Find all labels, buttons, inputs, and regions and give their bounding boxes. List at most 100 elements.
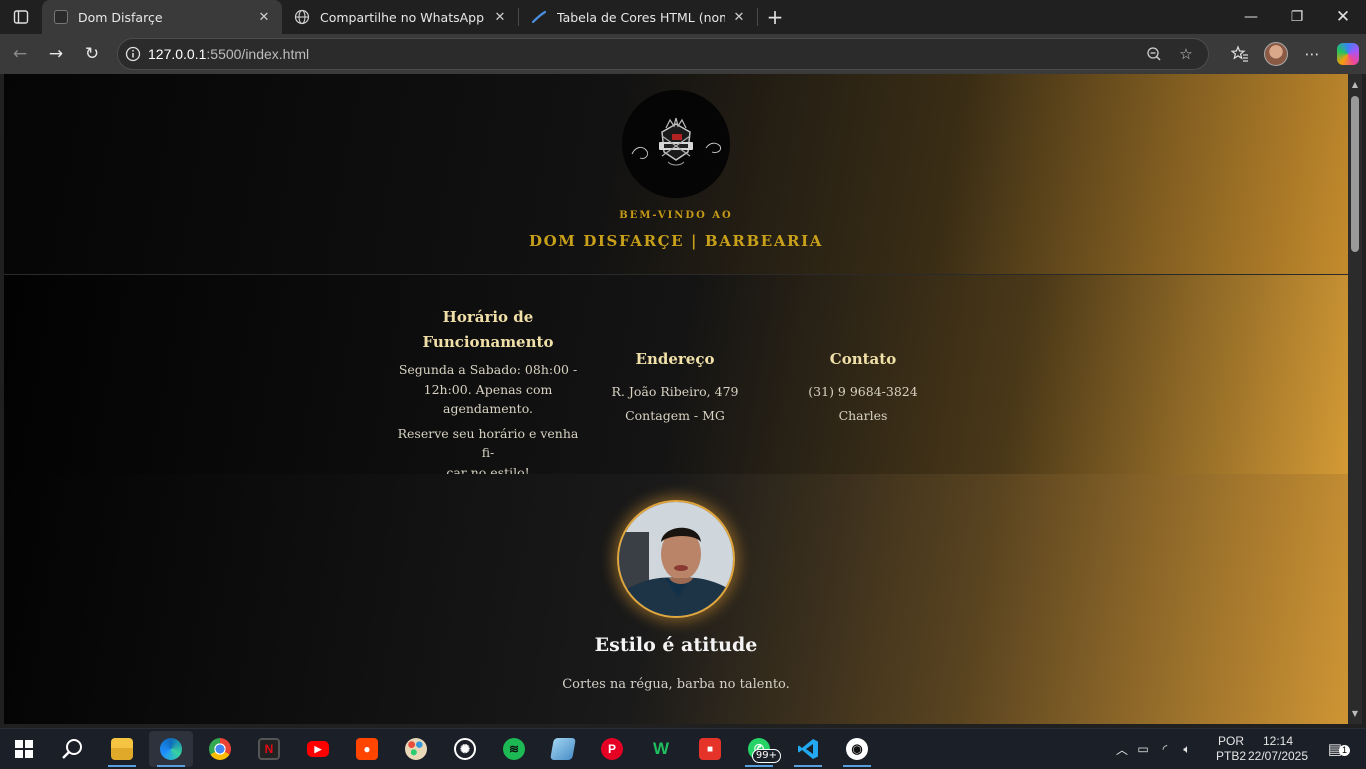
clock[interactable]: 12:14 22/07/2025 xyxy=(1246,729,1310,769)
taskbar-whatsapp[interactable]: ✆ 99+ xyxy=(737,731,781,767)
plus-icon: + xyxy=(766,5,784,29)
scrollbar-thumb[interactable] xyxy=(1351,96,1359,252)
taskbar-notes[interactable] xyxy=(541,731,585,767)
close-window-button[interactable]: ✕ xyxy=(1320,0,1366,34)
clock-time: 12:14 xyxy=(1262,734,1294,748)
tab-bar: Dom Disfarçe ✕ Compartilhe no WhatsApp ✕… xyxy=(0,0,1366,34)
notification-count: 1 xyxy=(1338,745,1350,756)
color-table-favicon-icon xyxy=(531,10,547,24)
wifi-icon[interactable]: ◜ xyxy=(1154,742,1176,756)
taskbar-chatgpt[interactable]: ✺ xyxy=(443,731,487,767)
refresh-button[interactable]: ↻ xyxy=(74,36,110,72)
tab-title: Dom Disfarçe xyxy=(78,9,163,25)
hours-text-line2: 12h:00. Apenas com xyxy=(423,381,553,397)
more-options-icon[interactable]: ⋯ xyxy=(1294,36,1330,72)
scroll-up-arrow-icon[interactable]: ▲ xyxy=(1348,80,1362,89)
start-button[interactable] xyxy=(2,731,46,767)
tab-dom-disfarce[interactable]: Dom Disfarçe ✕ xyxy=(42,0,282,34)
taskbar-file-explorer[interactable] xyxy=(100,731,144,767)
address-city: Contagem - MG xyxy=(625,407,725,423)
window-controls: — ❐ ✕ xyxy=(1228,0,1366,34)
copilot-button[interactable] xyxy=(1330,36,1366,72)
taskbar-w-app[interactable]: W xyxy=(639,731,683,767)
contact-title: Contato xyxy=(829,350,897,368)
contact-phone: (31) 9 9684-3824 xyxy=(808,384,918,399)
taskbar-reddit[interactable]: ● xyxy=(345,731,389,767)
globe-icon xyxy=(294,9,310,25)
github-icon: ◉ xyxy=(846,738,868,760)
forward-button[interactable]: → xyxy=(38,36,74,72)
taskbar-spotify[interactable]: ≋ xyxy=(492,731,536,767)
taskbar-paint[interactable] xyxy=(394,731,438,767)
reserve-text-line1: Reserve seu horário e venha fi- xyxy=(397,425,579,461)
youtube-icon: ▶ xyxy=(307,741,329,757)
clock-date: 22/07/2025 xyxy=(1247,749,1309,763)
copilot-icon xyxy=(1337,43,1359,65)
hours-title-line2: Funcionamento xyxy=(422,333,554,351)
system-tray: ︿ ▭ ◜ 🔈︎ xyxy=(1112,729,1198,769)
battery-icon[interactable]: ▭ xyxy=(1132,742,1154,756)
url-path: :5500/index.html xyxy=(206,46,310,62)
tagline: Cortes na régua, barba no talento. xyxy=(562,677,790,692)
address-bar[interactable]: 127.0.0.1:5500/index.html ☆ xyxy=(117,38,1209,70)
taskbar-vscode[interactable] xyxy=(786,731,830,767)
tab-actions-button[interactable] xyxy=(0,0,42,34)
restore-button[interactable]: ❐ xyxy=(1274,0,1320,34)
taskbar-red-app[interactable]: ■ xyxy=(688,731,732,767)
welcome-subtitle: BEM-VINDO AO xyxy=(619,210,733,221)
w-app-icon: W xyxy=(652,739,670,758)
address-street: R. João Ribeiro, 479 xyxy=(611,384,739,399)
tab-title: Compartilhe no WhatsApp xyxy=(320,9,485,25)
windows-taskbar: N ▶ ● ✺ ≋ P W ■ ✆ 99+ ◉ ︿ ▭ ◜ 🔈︎ xyxy=(0,728,1366,768)
whatsapp-badge: 99+ xyxy=(751,749,781,763)
chevron-up-icon[interactable]: ︿ xyxy=(1112,741,1132,758)
url-host: 127.0.0.1 xyxy=(148,46,207,62)
arrow-right-icon: → xyxy=(48,44,64,64)
favorite-star-icon[interactable]: ☆ xyxy=(1170,45,1202,63)
favorites-icon[interactable] xyxy=(1222,36,1258,72)
contact-name: Charles xyxy=(838,407,888,423)
scroll-down-arrow-icon[interactable]: ▼ xyxy=(1348,709,1362,718)
headline: Estilo é atitude xyxy=(594,634,758,656)
taskbar-netflix[interactable]: N xyxy=(247,731,291,767)
chatgpt-icon: ✺ xyxy=(454,738,476,760)
taskbar-chrome[interactable] xyxy=(198,731,242,767)
back-button[interactable]: ← xyxy=(2,36,38,72)
tab-tabela-cores[interactable]: Tabela de Cores HTML (nome, hex ✕ xyxy=(519,0,757,34)
taskbar-edge[interactable] xyxy=(149,731,193,767)
close-tab-icon[interactable]: ✕ xyxy=(731,10,747,25)
taskbar-pinterest[interactable]: P xyxy=(590,731,634,767)
tab-title: Tabela de Cores HTML (nome, hex xyxy=(557,9,725,25)
edge-icon xyxy=(160,738,182,760)
taskbar-github[interactable]: ◉ xyxy=(835,731,879,767)
language-indicator[interactable]: POR PTB2 xyxy=(1211,729,1251,769)
taskbar-youtube[interactable]: ▶ xyxy=(296,731,340,767)
search-button[interactable] xyxy=(50,731,94,767)
page-scrollbar[interactable]: ▲ ▼ xyxy=(1348,74,1362,724)
site-favicon-icon xyxy=(54,10,68,24)
volume-icon[interactable]: 🔈︎ xyxy=(1176,742,1198,757)
vscode-icon xyxy=(797,738,819,760)
zoom-out-icon[interactable] xyxy=(1138,46,1170,62)
reddit-icon: ● xyxy=(356,738,378,760)
address-column: Endereço R. João Ribeiro, 479 Contagem -… xyxy=(600,347,750,425)
info-section: Horário de Funcionamento Segunda a Sabad… xyxy=(4,274,1348,480)
site-info-icon[interactable] xyxy=(118,46,148,62)
chrome-icon xyxy=(209,738,231,760)
hours-text-line1: Segunda a Sabado: 08h:00 - xyxy=(398,362,578,377)
address-title: Endereço xyxy=(635,350,715,368)
toolbar-right: ⋯ xyxy=(1222,34,1366,74)
close-tab-icon[interactable]: ✕ xyxy=(492,10,508,25)
red-app-icon: ■ xyxy=(699,738,721,760)
minimize-button[interactable]: — xyxy=(1228,0,1274,34)
profile-section: Estilo é atitude Cortes na régua, barba … xyxy=(4,474,1348,724)
close-tab-icon[interactable]: ✕ xyxy=(256,10,272,25)
tab-whatsapp[interactable]: Compartilhe no WhatsApp ✕ xyxy=(282,0,518,34)
pinterest-icon: P xyxy=(601,738,623,760)
profile-button[interactable] xyxy=(1258,36,1294,72)
windows-icon xyxy=(15,740,33,758)
new-tab-button[interactable]: + xyxy=(758,0,792,34)
notifications-button[interactable]: ▤ 1 xyxy=(1320,729,1350,769)
paint-palette-icon xyxy=(405,738,427,760)
search-icon xyxy=(62,739,82,759)
